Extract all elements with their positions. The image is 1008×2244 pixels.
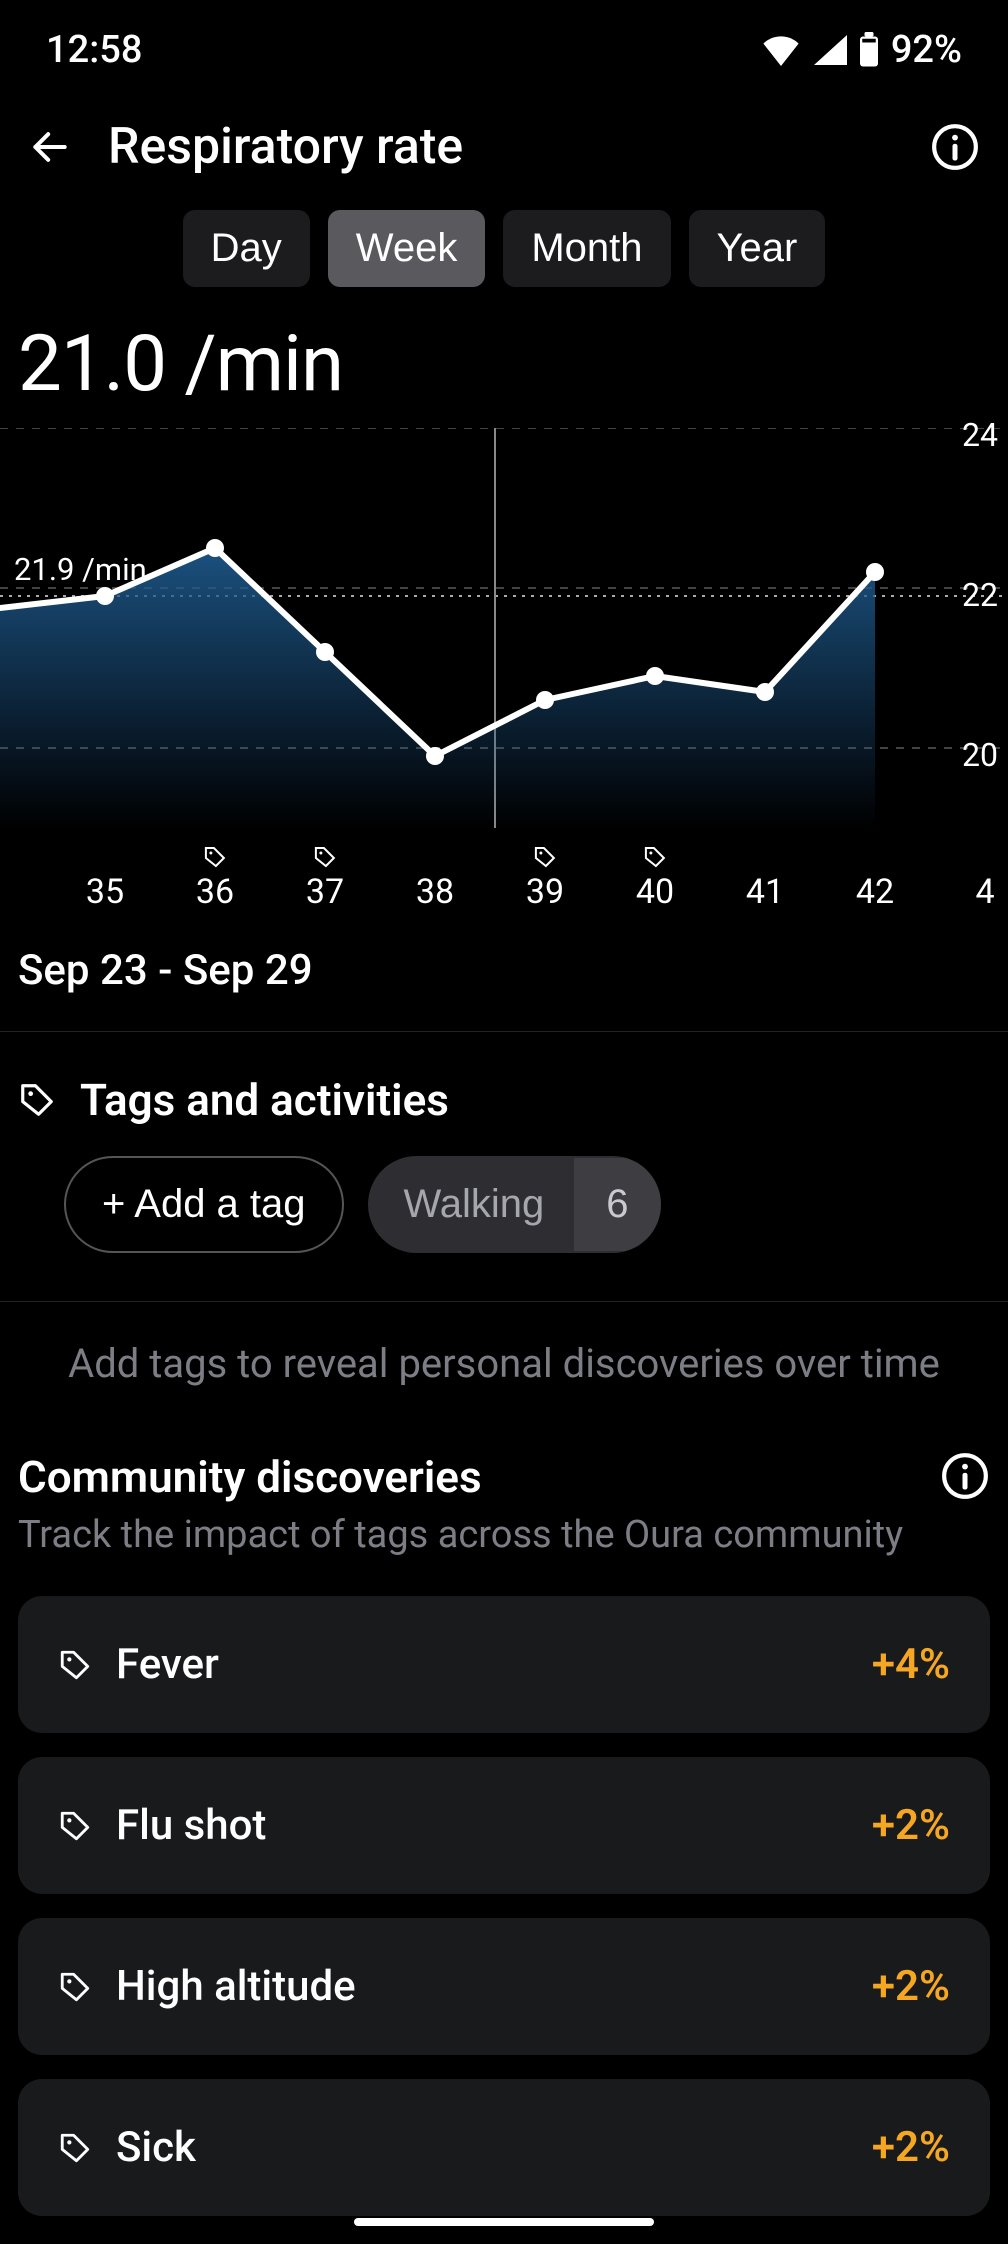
app-header: Respiratory rate bbox=[0, 82, 1008, 200]
tag-mark-icon bbox=[533, 845, 557, 869]
wifi-icon bbox=[761, 34, 801, 66]
back-button[interactable] bbox=[28, 125, 72, 169]
battery-icon bbox=[857, 32, 881, 68]
card-value: +2% bbox=[872, 1801, 950, 1850]
tab-week[interactable]: Week bbox=[328, 210, 486, 287]
tags-header: Tags and activities bbox=[0, 1032, 1008, 1156]
y-tick-22: 22 bbox=[962, 576, 998, 614]
tag-chip-walking[interactable]: Walking 6 bbox=[368, 1156, 661, 1253]
tag-row: + Add a tag Walking 6 bbox=[0, 1156, 1008, 1301]
status-bar: 12:58 92% bbox=[0, 0, 1008, 82]
tag-mark-icon bbox=[203, 845, 227, 869]
tags-title: Tags and activities bbox=[80, 1074, 449, 1126]
x-tick: 36 bbox=[196, 838, 234, 912]
x-tick: 41 bbox=[746, 838, 784, 912]
average-label: 21.9 /min bbox=[14, 551, 147, 588]
add-tag-button[interactable]: + Add a tag bbox=[64, 1156, 344, 1253]
info-icon bbox=[930, 122, 980, 172]
tags-hint: Add tags to reveal personal discoveries … bbox=[0, 1301, 1008, 1447]
chip-count: 6 bbox=[574, 1158, 660, 1251]
tag-mark-icon bbox=[643, 845, 667, 869]
tag-icon bbox=[58, 2131, 92, 2165]
x-tick: 40 bbox=[636, 838, 674, 912]
chart-svg bbox=[0, 428, 1008, 828]
card-label: Fever bbox=[116, 1640, 848, 1689]
info-icon bbox=[940, 1451, 990, 1501]
x-tick: 42 bbox=[856, 838, 894, 912]
discovery-card[interactable]: Fever +4% bbox=[18, 1596, 990, 1733]
info-button[interactable] bbox=[930, 122, 980, 172]
discoveries-subtitle: Track the impact of tags across the Oura… bbox=[18, 1511, 928, 1560]
range-tabs: Day Week Month Year bbox=[0, 200, 1008, 311]
status-time: 12:58 bbox=[46, 28, 142, 72]
discovery-card[interactable]: High altitude +2% bbox=[18, 1918, 990, 2055]
card-label: Flu shot bbox=[116, 1801, 848, 1850]
tag-icon bbox=[58, 1648, 92, 1682]
tag-icon bbox=[18, 1081, 56, 1119]
card-value: +2% bbox=[872, 1962, 950, 2011]
discoveries-info-button[interactable] bbox=[940, 1451, 990, 1505]
battery-percent: 92% bbox=[891, 28, 962, 72]
x-axis: 35 36 37 38 39 40 41 42 4 bbox=[0, 828, 1008, 918]
tag-mark-icon bbox=[313, 845, 337, 869]
metric-unit: /min bbox=[184, 319, 343, 410]
card-label: High altitude bbox=[116, 1962, 848, 2011]
chart[interactable]: 24 22 20 21.9 /min bbox=[0, 428, 1008, 828]
tag-icon bbox=[58, 1809, 92, 1843]
chip-label: Walking bbox=[368, 1158, 575, 1251]
discovery-cards: Fever +4% Flu shot +2% High altitude +2%… bbox=[0, 1568, 1008, 2216]
card-label: Sick bbox=[116, 2123, 848, 2172]
tab-year[interactable]: Year bbox=[689, 210, 826, 287]
x-tick: 35 bbox=[86, 838, 124, 912]
x-tick: 38 bbox=[416, 838, 454, 912]
signal-icon bbox=[811, 34, 847, 66]
metric-value: 21.0 /min bbox=[0, 311, 1008, 428]
x-tick: 37 bbox=[306, 838, 344, 912]
card-value: +4% bbox=[872, 1640, 950, 1689]
tag-icon bbox=[58, 1970, 92, 2004]
card-value: +2% bbox=[872, 2123, 950, 2172]
y-tick-20: 20 bbox=[962, 736, 998, 774]
discoveries-title: Community discoveries bbox=[18, 1451, 928, 1503]
date-range: Sep 23 - Sep 29 bbox=[0, 918, 1008, 1031]
x-tick: 39 bbox=[526, 838, 564, 912]
discovery-card[interactable]: Flu shot +2% bbox=[18, 1757, 990, 1894]
x-tick-partial: 4 bbox=[975, 838, 994, 912]
discoveries-header: Community discoveries Track the impact o… bbox=[0, 1447, 1008, 1568]
page-title: Respiratory rate bbox=[108, 118, 894, 176]
home-indicator[interactable] bbox=[354, 2218, 654, 2226]
arrow-left-icon bbox=[28, 125, 72, 169]
add-tag-label: + Add a tag bbox=[102, 1182, 306, 1227]
metric-number: 21.0 bbox=[18, 319, 166, 410]
tab-day[interactable]: Day bbox=[183, 210, 310, 287]
tab-month[interactable]: Month bbox=[503, 210, 670, 287]
discovery-card[interactable]: Sick +2% bbox=[18, 2079, 990, 2216]
y-tick-24: 24 bbox=[962, 416, 998, 454]
status-right: 92% bbox=[761, 28, 962, 72]
